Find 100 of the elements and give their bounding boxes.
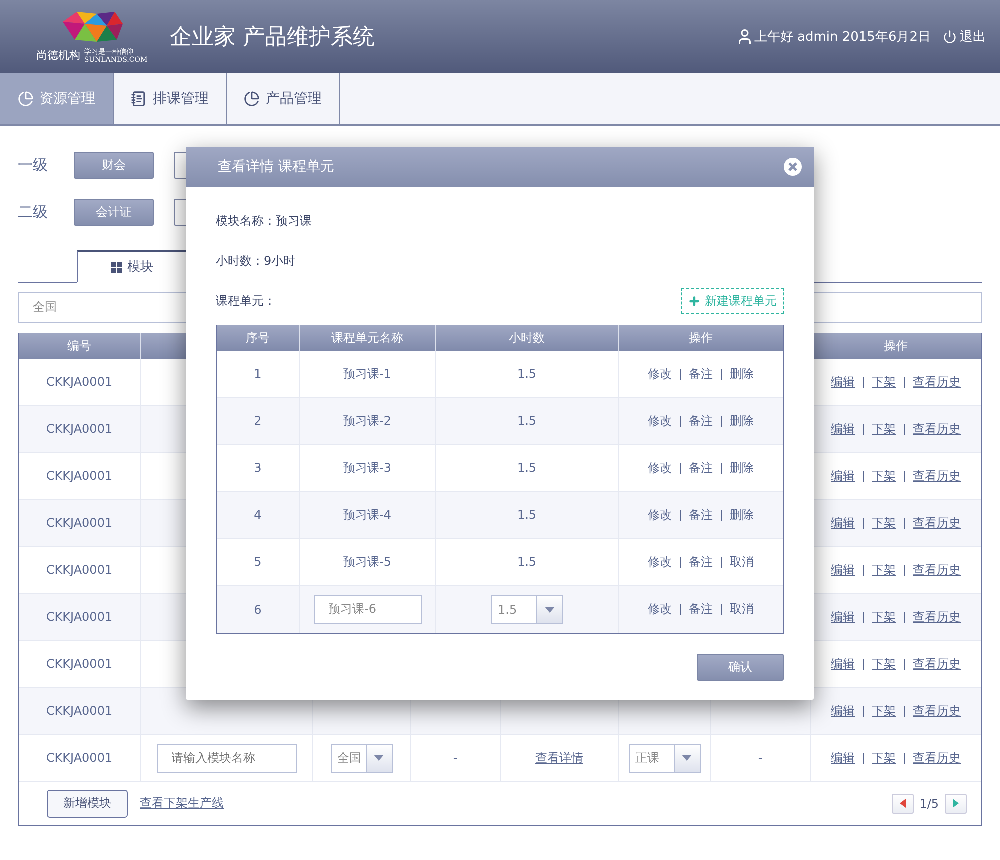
unit-name-cell: 预习课-1 <box>344 366 392 382</box>
action-link[interactable]: 编辑 <box>831 374 855 390</box>
left-triangle-icon <box>900 799 906 808</box>
action-link[interactable]: 修改 <box>648 460 672 476</box>
index-cell: 3 <box>254 461 262 475</box>
action-link[interactable]: 下架 <box>872 420 896 438</box>
action-link[interactable]: 编辑 <box>831 420 855 438</box>
caret-icon <box>374 755 384 761</box>
code-cell: CKKJA0001 <box>46 657 113 671</box>
action-link[interactable]: 修改 <box>648 366 672 382</box>
logout-link[interactable]: 退出 <box>943 28 986 46</box>
prev-page-button[interactable] <box>892 794 914 814</box>
plus-icon <box>688 294 701 308</box>
unit-name-field[interactable]: 预习课-6 <box>314 595 422 624</box>
hours-cell: 1.5 <box>517 461 537 475</box>
code-cell: CKKJA0001 <box>46 610 113 624</box>
unit-name-cell: 预习课-4 <box>344 506 392 524</box>
action-link[interactable]: 备注 <box>689 412 713 430</box>
filter-option[interactable]: 财会 <box>74 152 154 179</box>
column-header: 操作 <box>688 330 714 346</box>
code-cell: CKKJA0001 <box>46 422 113 436</box>
dropdown[interactable]: 1.5 <box>491 595 563 624</box>
module-tab[interactable]: 模块 <box>77 250 187 283</box>
offline-lines-link[interactable]: 查看下架生产线 <box>140 795 224 812</box>
code-cell: CKKJA0001 <box>46 516 113 530</box>
filter-label: 一级 <box>18 156 49 175</box>
action-link[interactable]: 修改 <box>648 412 672 430</box>
action-link[interactable]: 下架 <box>872 562 896 578</box>
action-link[interactable]: 编辑 <box>831 562 855 578</box>
action-link[interactable]: 备注 <box>689 601 713 618</box>
action-link[interactable]: 编辑 <box>831 702 855 720</box>
action-link[interactable]: 编辑 <box>831 468 855 484</box>
action-link[interactable]: 查看历史 <box>913 420 961 438</box>
index-cell: 6 <box>254 602 262 616</box>
action-link[interactable]: 查看历史 <box>913 750 961 766</box>
power-icon <box>943 30 957 44</box>
action-link[interactable]: 查看历史 <box>913 702 961 720</box>
action-link[interactable]: 修改 <box>648 554 672 570</box>
action-link[interactable]: 删除 <box>730 412 754 430</box>
hours-cell: 1.5 <box>517 414 537 428</box>
notebook-icon <box>131 90 147 106</box>
filter-label: 二级 <box>18 203 49 222</box>
action-link[interactable]: 查看历史 <box>913 468 961 484</box>
action-link[interactable]: 下架 <box>872 374 896 390</box>
dropdown[interactable]: 正课 <box>628 744 700 772</box>
hours-cell: 1.5 <box>517 367 537 381</box>
action-link[interactable]: 下架 <box>872 656 896 672</box>
next-page-button[interactable] <box>945 794 967 814</box>
unit-name-cell: 预习课-3 <box>344 460 392 476</box>
action-link[interactable]: 下架 <box>872 702 896 720</box>
module-name-field[interactable]: 请输入模块名称 <box>156 744 296 772</box>
action-link[interactable]: 编辑 <box>831 656 855 672</box>
action-link[interactable]: 编辑 <box>831 514 855 532</box>
nav-tab[interactable]: 排课管理 <box>114 73 227 124</box>
count-cell: - <box>453 751 458 765</box>
action-link[interactable]: 备注 <box>689 460 713 476</box>
action-link[interactable]: 删除 <box>730 366 754 382</box>
action-link[interactable]: 下架 <box>872 608 896 626</box>
action-link[interactable]: 下架 <box>872 468 896 484</box>
action-link[interactable]: 取消 <box>730 554 754 570</box>
detail-link[interactable]: 查看详情 <box>536 750 584 766</box>
action-link[interactable]: 查看历史 <box>913 374 961 390</box>
page-indicator: 1/5 <box>920 796 939 810</box>
action-link[interactable]: 备注 <box>689 506 713 524</box>
confirm-button[interactable]: 确认 <box>697 654 784 681</box>
unit-name-cell: 预习课-2 <box>344 412 392 430</box>
action-link[interactable]: 编辑 <box>831 750 855 766</box>
action-link[interactable]: 下架 <box>872 750 896 766</box>
action-link[interactable]: 删除 <box>730 506 754 524</box>
nav-tab[interactable]: 产品管理 <box>227 73 340 124</box>
action-link[interactable]: 备注 <box>689 366 713 382</box>
pie-chart-icon <box>18 90 34 106</box>
action-link[interactable]: 备注 <box>689 554 713 570</box>
add-module-button[interactable]: 新增模块 <box>47 790 128 818</box>
action-link[interactable]: 查看历史 <box>913 562 961 578</box>
note-cell: - <box>758 751 763 765</box>
index-cell: 4 <box>254 508 262 522</box>
logo-name: 尚德机构 <box>36 48 80 63</box>
dropdown[interactable]: 全国 <box>330 744 392 772</box>
hours-text: 小时数：9小时 <box>216 252 296 270</box>
pie-chart-icon <box>244 90 260 106</box>
right-triangle-icon <box>953 799 959 808</box>
action-link[interactable]: 下架 <box>872 514 896 532</box>
action-link[interactable]: 编辑 <box>831 608 855 626</box>
app-title: 企业家 产品维护系统 <box>170 24 376 52</box>
close-icon[interactable] <box>784 158 802 176</box>
code-cell: CKKJA0001 <box>46 469 113 483</box>
action-link[interactable]: 查看历史 <box>913 656 961 672</box>
action-link[interactable]: 修改 <box>648 601 672 618</box>
filter-option[interactable]: 会计证 <box>74 199 154 226</box>
action-link[interactable]: 取消 <box>730 601 754 618</box>
action-link[interactable]: 查看历史 <box>913 514 961 532</box>
action-link[interactable]: 删除 <box>730 460 754 476</box>
action-link[interactable]: 修改 <box>648 506 672 524</box>
hours-cell: 1.5 <box>517 508 537 522</box>
action-link[interactable]: 查看历史 <box>913 608 961 626</box>
greeting-text: 上午好 admin 2015年6月2日 <box>754 28 931 46</box>
index-cell: 2 <box>254 414 262 428</box>
module-name-text: 模块名称：预习课 <box>216 212 312 230</box>
column-header: 操作 <box>883 338 909 354</box>
